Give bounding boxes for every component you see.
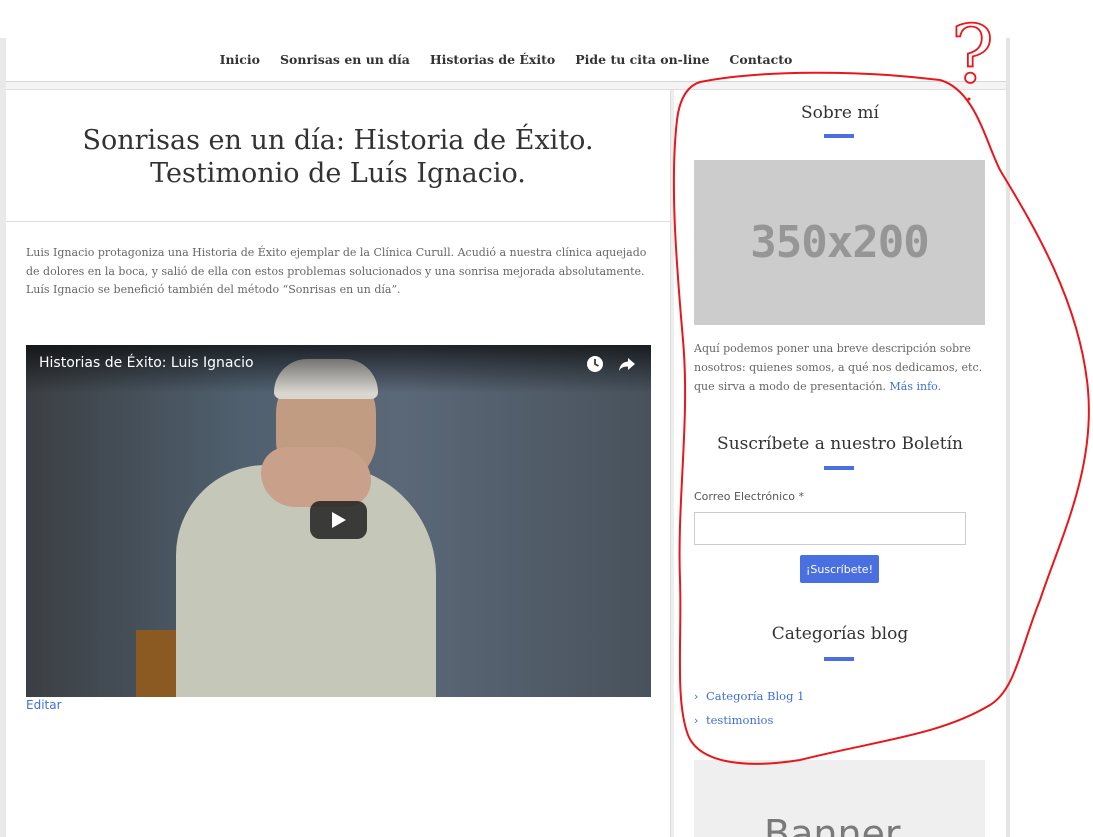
- sidebar: Sobre mí 350x200 Aquí podemos poner una …: [674, 90, 1006, 837]
- nav-item-contacto[interactable]: Contacto: [729, 52, 792, 67]
- title-divider: [6, 221, 670, 222]
- chevron-right-icon: ›: [694, 690, 699, 703]
- categories-widget-underline: [824, 657, 854, 661]
- nav-item-cita[interactable]: Pide tu cita on-line: [575, 52, 709, 67]
- about-widget-title: Sobre mí: [801, 103, 879, 123]
- share-icon[interactable]: [617, 354, 637, 378]
- video-player[interactable]: Historias de Éxito: Luis Ignacio: [26, 345, 651, 697]
- main-content: Sonrisas en un día: Historia de Éxito. T…: [6, 90, 670, 837]
- video-controls: [585, 354, 637, 378]
- newsletter-widget-title: Suscríbete a nuestro Boletín: [717, 434, 963, 454]
- clock-icon[interactable]: [585, 354, 605, 378]
- play-button[interactable]: [310, 501, 367, 539]
- about-text: Aquí podemos poner una breve descripción…: [694, 339, 984, 396]
- category-item-testimonios[interactable]: › testimonios: [694, 708, 804, 732]
- page: Inicio Sonrisas en un día Historias de É…: [0, 0, 1093, 837]
- chevron-right-icon: ›: [694, 714, 699, 727]
- main-nav: Inicio Sonrisas en un día Historias de É…: [6, 38, 1006, 82]
- newsletter-widget-underline: [824, 466, 854, 470]
- category-item-blog-1[interactable]: › Categoría Blog 1: [694, 684, 804, 708]
- nav-item-sonrisas[interactable]: Sonrisas en un día: [280, 52, 410, 67]
- email-field-label: Correo Electrónico *: [694, 490, 804, 503]
- post-body: Luis Ignacio protagoniza una Historia de…: [26, 246, 647, 296]
- category-item-label: Categoría Blog 1: [706, 689, 805, 703]
- nav-separator: [6, 82, 1006, 90]
- banner-placeholder: Banner: [694, 760, 985, 837]
- edit-link[interactable]: Editar: [26, 698, 62, 712]
- more-info-link[interactable]: Más info.: [890, 380, 942, 393]
- video-person-hand: [261, 447, 371, 507]
- nav-item-inicio[interactable]: Inicio: [220, 52, 260, 67]
- post-title-line-2: Testimonio de Luís Ignacio.: [150, 158, 526, 189]
- banner-text: Banner: [764, 812, 901, 837]
- about-image-text: 350x200: [750, 217, 929, 268]
- category-list: › Categoría Blog 1 › testimonios: [694, 684, 804, 732]
- post-title-line-1: Sonrisas en un día: Historia de Éxito.: [82, 125, 594, 156]
- about-image: 350x200: [694, 160, 985, 325]
- play-icon: [331, 512, 346, 528]
- subscribe-button[interactable]: ¡Suscríbete!: [800, 555, 879, 583]
- about-widget-underline: [824, 134, 854, 138]
- categories-widget-title: Categorías blog: [771, 624, 909, 644]
- video-title[interactable]: Historias de Éxito: Luis Ignacio: [39, 355, 254, 371]
- email-field[interactable]: [694, 512, 966, 545]
- category-item-label: testimonios: [706, 713, 774, 727]
- post-title: Sonrisas en un día: Historia de Éxito. T…: [6, 124, 670, 190]
- right-gutter: [1006, 38, 1010, 837]
- nav-item-historias[interactable]: Historias de Éxito: [430, 52, 555, 67]
